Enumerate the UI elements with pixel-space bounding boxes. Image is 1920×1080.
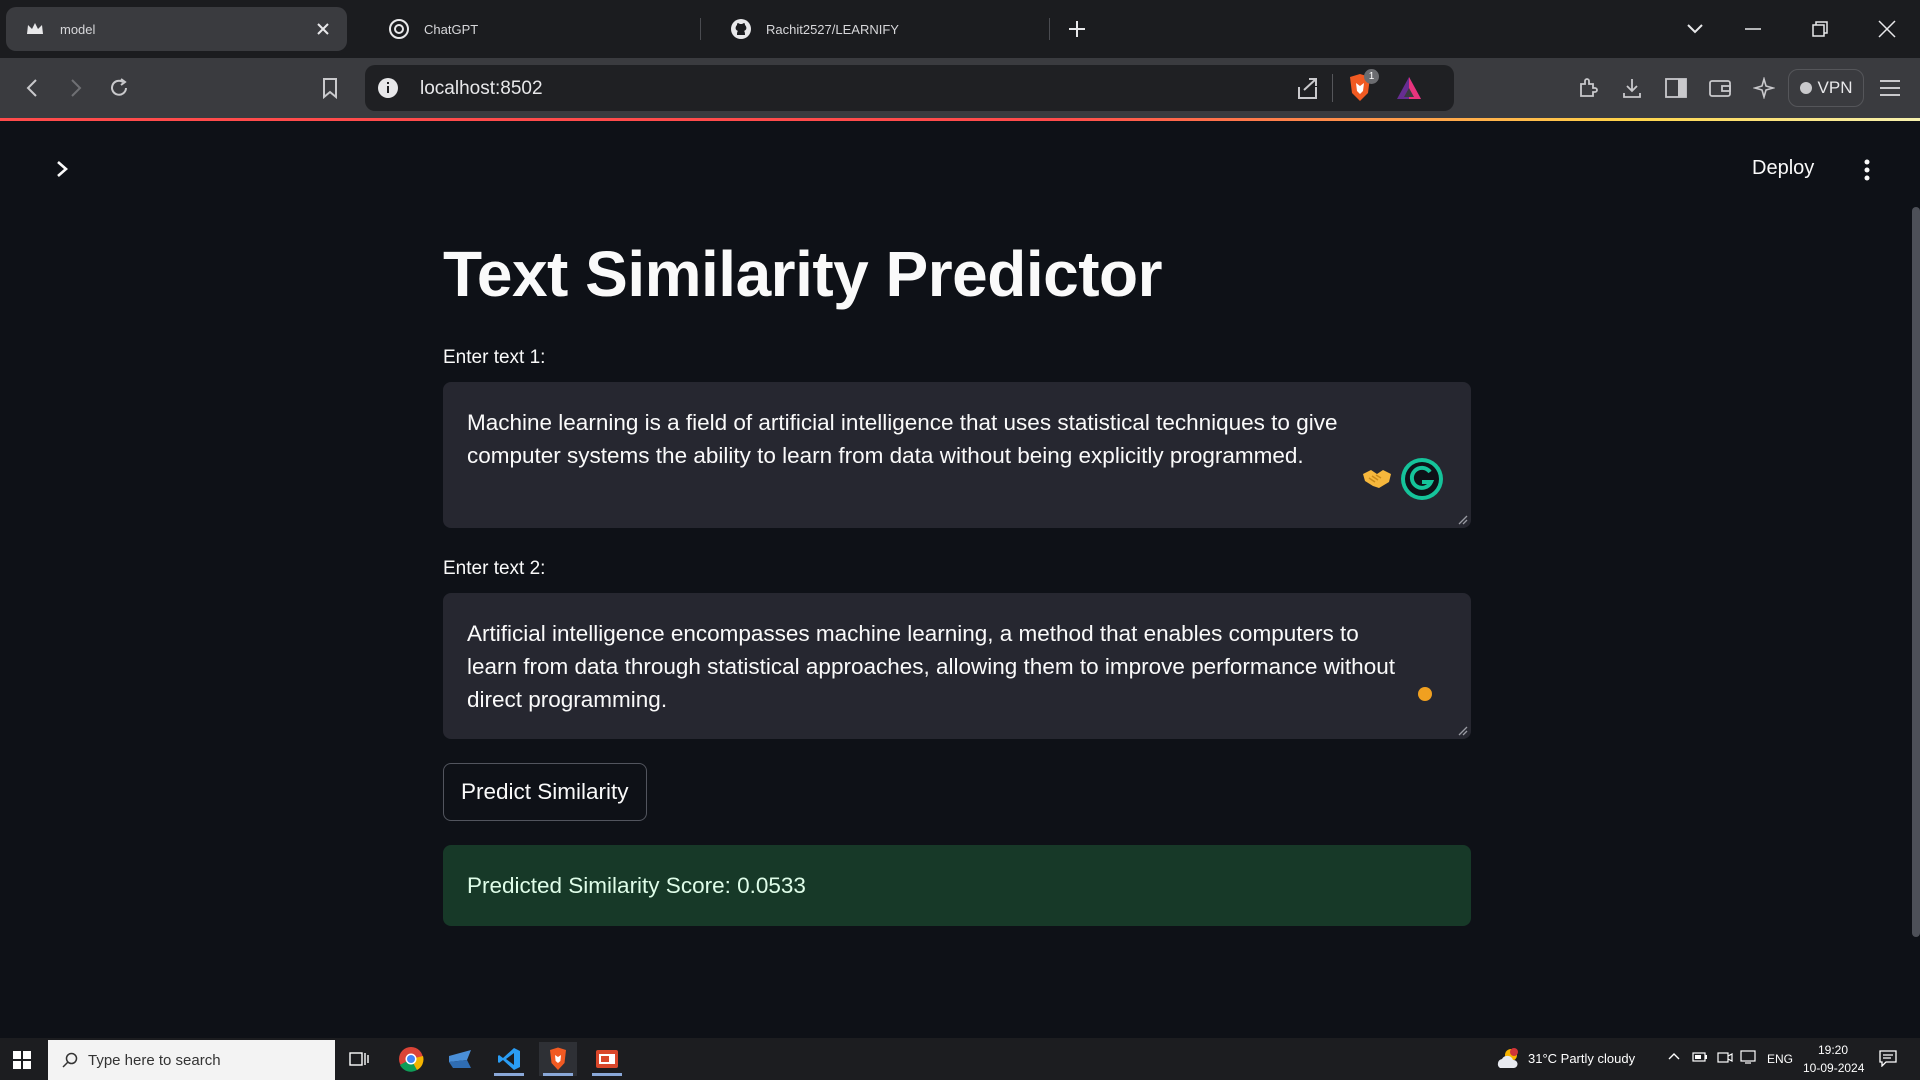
weather-icon[interactable]: [1496, 1048, 1522, 1070]
task-view-icon[interactable]: [340, 1042, 378, 1076]
tab-separator: [1049, 18, 1050, 40]
text1-label: Enter text 1:: [443, 347, 546, 368]
github-icon: [730, 18, 752, 40]
restore-window-icon[interactable]: [1805, 14, 1835, 44]
resize-handle-icon[interactable]: [1456, 513, 1468, 525]
close-window-icon[interactable]: [1872, 14, 1902, 44]
search-icon: [62, 1052, 78, 1068]
camera-icon[interactable]: [1717, 1050, 1733, 1064]
tab-title: ChatGPT: [424, 21, 479, 37]
back-button[interactable]: [16, 72, 48, 104]
tab-title: model: [60, 21, 96, 37]
address-bar[interactable]: localhost:8502 1: [365, 65, 1454, 111]
bookmark-icon[interactable]: [314, 72, 346, 104]
clock-time[interactable]: 19:20: [1818, 1043, 1848, 1057]
tab-separator: [700, 18, 701, 40]
notifications-icon[interactable]: [1879, 1049, 1897, 1067]
tab-github[interactable]: Rachit2527/LEARNIFY: [712, 7, 1042, 51]
wallet-icon[interactable]: [1704, 72, 1736, 104]
predict-similarity-button[interactable]: Predict Similarity: [443, 763, 647, 821]
display-network-icon[interactable]: [1740, 1050, 1756, 1064]
minimize-window-icon[interactable]: [1738, 14, 1768, 44]
brave-rewards-icon[interactable]: [1396, 76, 1422, 100]
downloads-icon[interactable]: [1616, 72, 1648, 104]
page-scrollbar[interactable]: [1912, 207, 1920, 937]
show-hidden-icons-chevron-icon[interactable]: [1668, 1052, 1680, 1060]
leo-ai-icon[interactable]: [1748, 72, 1780, 104]
text2-textarea[interactable]: Artificial intelligence encompasses mach…: [443, 593, 1471, 739]
chatgpt-icon: [388, 18, 410, 40]
clock-date[interactable]: 10-09-2024: [1803, 1061, 1864, 1075]
python-app-icon[interactable]: [441, 1042, 479, 1076]
vpn-label: VPN: [1817, 78, 1853, 97]
vpn-status-icon: [1799, 82, 1812, 94]
text2-value: Artificial intelligence encompasses mach…: [467, 621, 1395, 712]
divider: [1332, 74, 1333, 102]
vscode-app-icon[interactable]: [490, 1042, 528, 1076]
search-placeholder: Type here to search: [88, 1051, 221, 1069]
forward-button[interactable]: [60, 72, 92, 104]
new-tab-button[interactable]: [1062, 14, 1092, 44]
windows-start-icon[interactable]: [8, 1046, 36, 1074]
browser-menu-icon[interactable]: [1874, 72, 1906, 104]
tab-search-chevron-down-icon[interactable]: [1680, 14, 1710, 44]
vpn-button[interactable]: VPN: [1788, 69, 1864, 107]
browser-tab-strip: model ChatGPT Rachit2527/LEARNIFY: [0, 0, 1920, 58]
text1-value: Machine learning is a field of artificia…: [467, 410, 1338, 468]
share-icon[interactable]: [1295, 75, 1321, 101]
presentation-app-icon[interactable]: [588, 1042, 626, 1076]
tab-chatgpt[interactable]: ChatGPT: [370, 7, 700, 51]
handshake-emoji-icon: [1361, 466, 1393, 492]
battery-icon[interactable]: [1692, 1050, 1708, 1064]
app-viewport: Deploy Text Similarity Predictor Enter t…: [0, 121, 1920, 1038]
brave-app-icon[interactable]: [539, 1042, 577, 1076]
tab-title: Rachit2527/LEARNIFY: [766, 21, 899, 37]
text2-label: Enter text 2:: [443, 558, 546, 579]
shields-count-badge: 1: [1364, 69, 1379, 84]
grammarly-icon[interactable]: [1400, 457, 1444, 501]
similarity-result-text: Predicted Similarity Score: 0.0533: [467, 872, 806, 898]
site-info-icon[interactable]: [377, 77, 399, 99]
weather-text[interactable]: 31°C Partly cloudy: [1528, 1051, 1635, 1066]
resize-handle-icon[interactable]: [1456, 724, 1468, 736]
taskbar-search-box[interactable]: Type here to search: [48, 1040, 335, 1080]
expand-sidebar-button[interactable]: [48, 155, 76, 183]
streamlit-crown-icon: [24, 18, 46, 40]
similarity-result-alert: Predicted Similarity Score: 0.0533: [443, 845, 1471, 926]
deploy-button[interactable]: Deploy: [1752, 157, 1814, 180]
windows-taskbar: Type here to search 31°C Partly cloudy E…: [0, 1038, 1920, 1080]
page-title: Text Similarity Predictor: [443, 238, 1163, 310]
browser-toolbar: localhost:8502 1 VPN: [0, 58, 1920, 118]
tab-model[interactable]: model: [6, 7, 347, 51]
close-tab-icon[interactable]: [313, 19, 333, 39]
chrome-app-icon[interactable]: [392, 1042, 430, 1076]
language-indicator[interactable]: ENG: [1767, 1052, 1793, 1066]
url-text: localhost:8502: [420, 78, 543, 99]
text1-textarea[interactable]: Machine learning is a field of artificia…: [443, 382, 1471, 528]
grammarly-status-dot[interactable]: [1418, 687, 1432, 701]
main-menu-kebab-icon[interactable]: [1855, 155, 1879, 185]
sidebar-toggle-icon[interactable]: [1660, 72, 1692, 104]
extensions-icon[interactable]: [1572, 72, 1604, 104]
reload-button[interactable]: [103, 72, 135, 104]
